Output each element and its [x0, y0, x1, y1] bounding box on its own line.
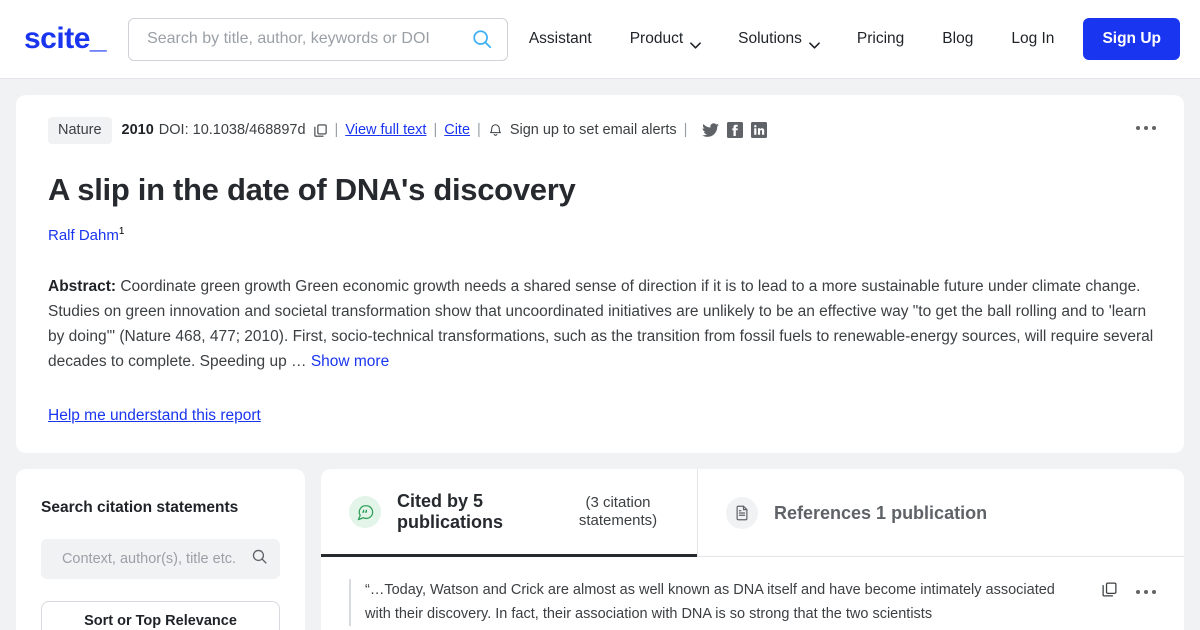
twitter-icon[interactable]: [702, 123, 720, 138]
citation-actions: [1081, 579, 1156, 603]
scite-logo[interactable]: scite_: [24, 24, 107, 54]
tab-citation-statements-count: (3 citation statements): [578, 493, 658, 530]
chevron-down-icon: [690, 36, 702, 49]
cite-link[interactable]: Cite: [444, 123, 470, 138]
search-input[interactable]: [145, 29, 470, 49]
copy-doi-icon[interactable]: [313, 123, 328, 138]
sidebar-heading: Search citation statements: [41, 498, 239, 516]
nav-label: Assistant: [528, 30, 592, 47]
email-alerts-label[interactable]: Sign up to set email alerts: [510, 123, 677, 138]
separator: |: [433, 122, 438, 138]
quote-bubble-icon: [349, 496, 381, 529]
citation-statement-text: “…Today, Watson and Crick are almost as …: [365, 582, 1055, 622]
author-list: Ralf Dahm1: [48, 226, 1154, 244]
help-understand-report-link[interactable]: Help me understand this report: [48, 407, 261, 425]
sign-up-button[interactable]: Sign Up: [1083, 18, 1180, 60]
chevron-down-icon: [809, 36, 820, 49]
paper-card: Nature 2010 DOI: 10.1038/468897d | View …: [16, 95, 1184, 453]
abstract-text: Abstract: Coordinate green growth Green …: [48, 274, 1154, 374]
nav-label: Product: [629, 30, 684, 47]
tab-references[interactable]: References 1 publication: [697, 468, 1011, 557]
citation-more-options-icon[interactable]: [1136, 590, 1156, 595]
social-share-group: [702, 122, 768, 139]
paper-metadata-row: Nature 2010 DOI: 10.1038/468897d | View …: [48, 117, 1154, 144]
publication-year: 2010: [121, 122, 154, 138]
nav-item-assistant[interactable]: Assistant: [510, 22, 611, 56]
nav-item-blog[interactable]: Blog: [923, 22, 992, 56]
nav-label: Solutions: [738, 30, 802, 47]
main-navigation: Assistant Product Solutions Pricing Blog…: [510, 18, 1180, 60]
site-header: scite_ Assistant Product Solutions Prici…: [0, 0, 1200, 79]
separator: |: [683, 122, 688, 138]
tab-cited-by-label: Cited by 5 publications: [397, 490, 504, 533]
document-icon: [726, 497, 758, 530]
linkedin-icon[interactable]: [751, 122, 768, 139]
separator: |: [334, 122, 339, 138]
nav-item-product[interactable]: Product: [611, 22, 719, 56]
citation-search-input[interactable]: [53, 549, 245, 568]
separator: |: [477, 122, 481, 138]
doi-text: DOI: 10.1038/468897d: [158, 122, 306, 138]
page-body: Nature 2010 DOI: 10.1038/468897d | View …: [0, 79, 1200, 469]
show-more-link[interactable]: Show more: [311, 353, 389, 370]
citation-statement-item: “…Today, Watson and Crick are almost as …: [349, 579, 1156, 627]
nav-item-login[interactable]: Log In: [992, 22, 1073, 56]
tab-references-label: References 1 publication: [774, 502, 988, 523]
search-icon[interactable]: [251, 548, 268, 570]
lower-section: Search citation statements Sort or Top R…: [0, 468, 1200, 630]
abstract-label: Abstract:: [48, 278, 117, 296]
nav-item-pricing[interactable]: Pricing: [838, 22, 923, 56]
citations-panel: Cited by 5 publications (3 citation stat…: [321, 468, 1184, 630]
page-title: A slip in the date of DNA's discovery: [48, 171, 576, 207]
author-link[interactable]: Ralf Dahm: [48, 227, 119, 244]
global-search[interactable]: [128, 17, 509, 61]
nav-label: Blog: [942, 30, 974, 47]
search-icon[interactable]: [469, 26, 495, 52]
sidebar-sort-button[interactable]: Sort or Top Relevance: [41, 600, 280, 630]
abstract-body: Coordinate green growth Green economic g…: [48, 278, 1154, 371]
view-full-text-link[interactable]: View full text: [345, 123, 426, 138]
citation-search-sidebar: Search citation statements Sort or Top R…: [16, 468, 305, 630]
paper-more-options-icon[interactable]: [1132, 122, 1160, 134]
nav-label: Log In: [1011, 30, 1055, 47]
facebook-icon[interactable]: [727, 122, 744, 139]
bell-icon[interactable]: [488, 122, 503, 138]
journal-badge: Nature: [48, 117, 112, 144]
nav-label: Pricing: [856, 30, 905, 47]
author-affiliation-marker: 1: [118, 226, 125, 238]
citation-search-box[interactable]: [41, 538, 280, 579]
nav-item-solutions[interactable]: Solutions: [719, 22, 838, 56]
copy-citation-icon[interactable]: [1101, 581, 1118, 603]
tab-cited-by[interactable]: Cited by 5 publications (3 citation stat…: [321, 469, 697, 558]
citation-tabs: Cited by 5 publications (3 citation stat…: [321, 468, 1184, 558]
